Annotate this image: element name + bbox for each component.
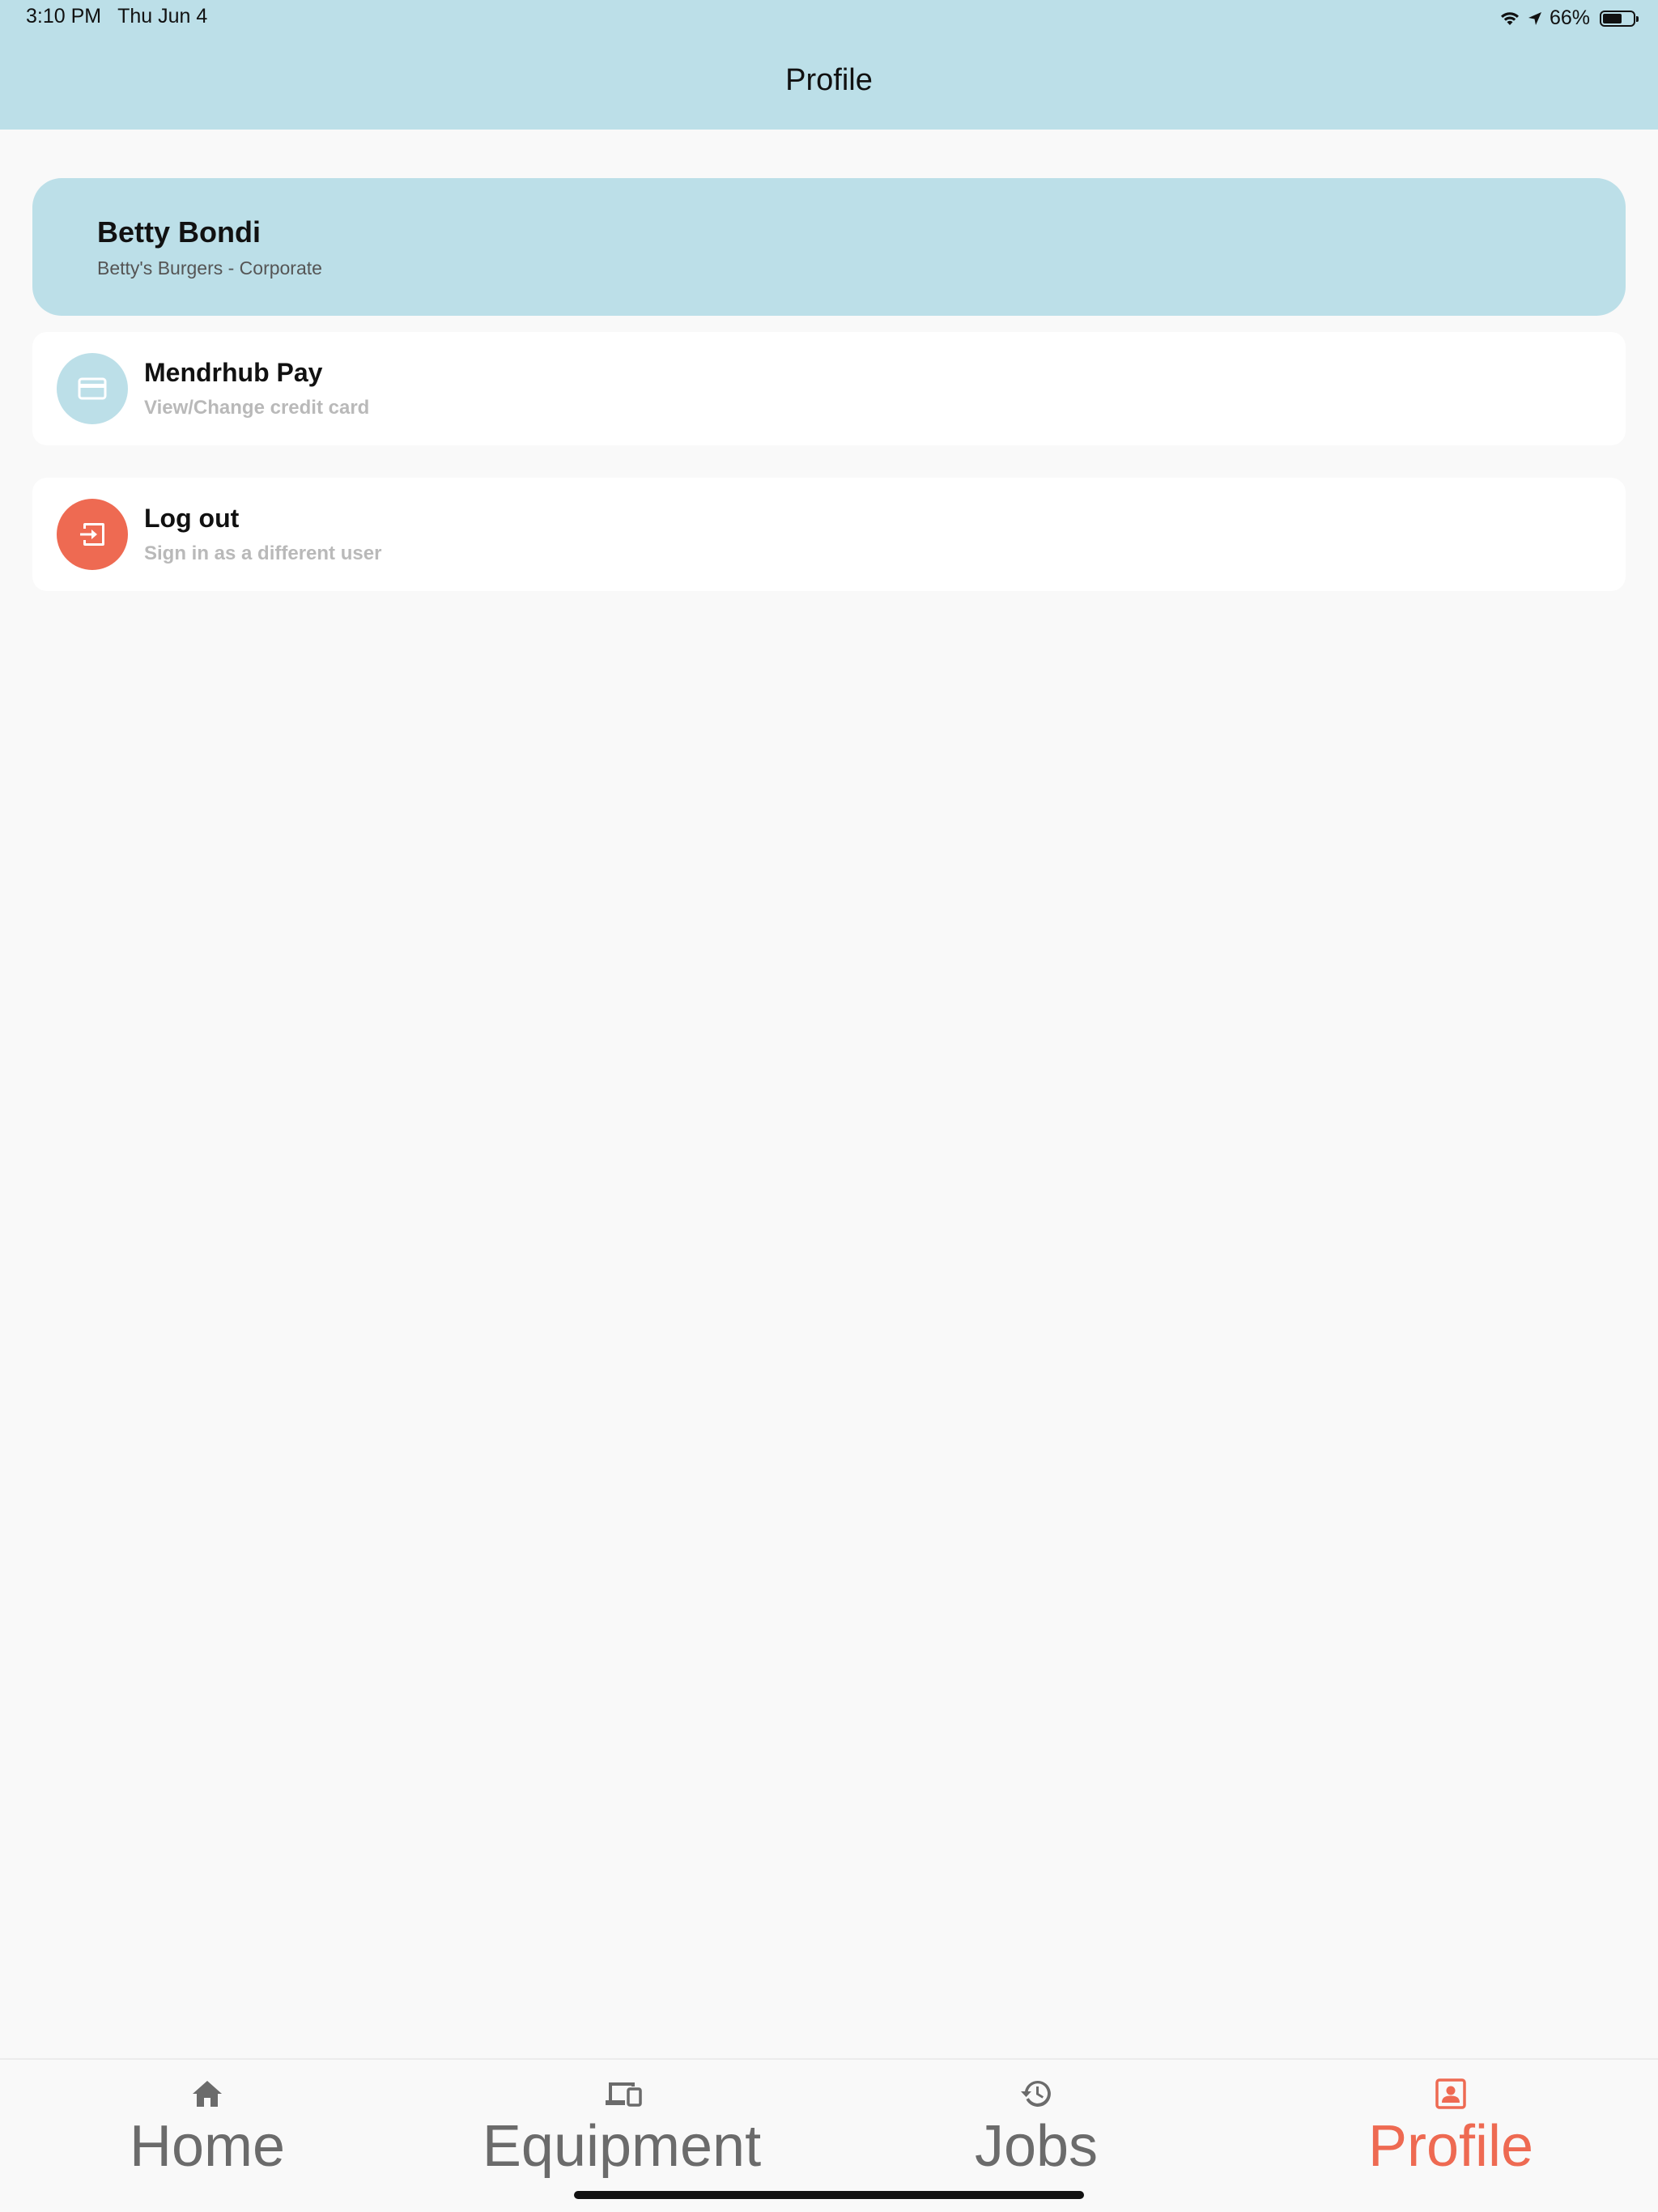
location-arrow-icon [1527, 11, 1543, 27]
wifi-icon [1499, 11, 1520, 27]
home-indicator[interactable] [574, 2191, 1084, 2199]
credit-card-icon [57, 353, 128, 424]
status-date: Thu Jun 4 [117, 5, 208, 28]
log-out-row[interactable]: Log out Sign in as a different user [32, 478, 1626, 591]
mendrhub-pay-row[interactable]: Mendrhub Pay View/Change credit card [32, 332, 1626, 445]
tab-home[interactable]: Home [0, 2060, 414, 2212]
tab-jobs-label: Jobs [974, 2114, 1099, 2179]
history-icon [1018, 2076, 1054, 2112]
devices-icon [604, 2076, 642, 2112]
profile-card: Betty Bondi Betty's Burgers - Corporate [32, 178, 1626, 316]
tab-equipment[interactable]: Equipment [414, 2060, 829, 2212]
status-bar-left: 3:10 PM Thu Jun 4 [26, 5, 207, 28]
log-out-subtitle: Sign in as a different user [144, 542, 382, 564]
page-title: Profile [785, 63, 873, 97]
tab-profile[interactable]: Profile [1244, 2060, 1658, 2212]
profile-icon [1433, 2076, 1469, 2112]
log-out-title: Log out [144, 504, 240, 533]
battery-percent: 66% [1549, 6, 1590, 29]
status-bar-right: 66% [1499, 6, 1639, 30]
profile-organization: Betty's Burgers - Corporate [97, 257, 322, 279]
mendrhub-pay-title: Mendrhub Pay [144, 358, 323, 387]
logout-icon [57, 499, 128, 570]
profile-screen: 3:10 PM Thu Jun 4 66% Profile Betty Bondi… [0, 0, 1658, 2212]
profile-name: Betty Bondi [97, 215, 261, 249]
header: 3:10 PM Thu Jun 4 66% Profile [0, 0, 1658, 130]
tab-home-label: Home [129, 2114, 286, 2179]
tab-jobs[interactable]: Jobs [829, 2060, 1244, 2212]
home-icon [189, 2076, 225, 2112]
battery-fill [1603, 13, 1622, 23]
status-time: 3:10 PM [26, 5, 102, 28]
tab-bar: Home Equipment Jobs Profile [0, 2058, 1658, 2212]
battery-icon [1600, 10, 1639, 27]
tab-profile-label: Profile [1367, 2114, 1534, 2179]
tab-equipment-label: Equipment [482, 2114, 762, 2179]
mendrhub-pay-subtitle: View/Change credit card [144, 397, 370, 419]
